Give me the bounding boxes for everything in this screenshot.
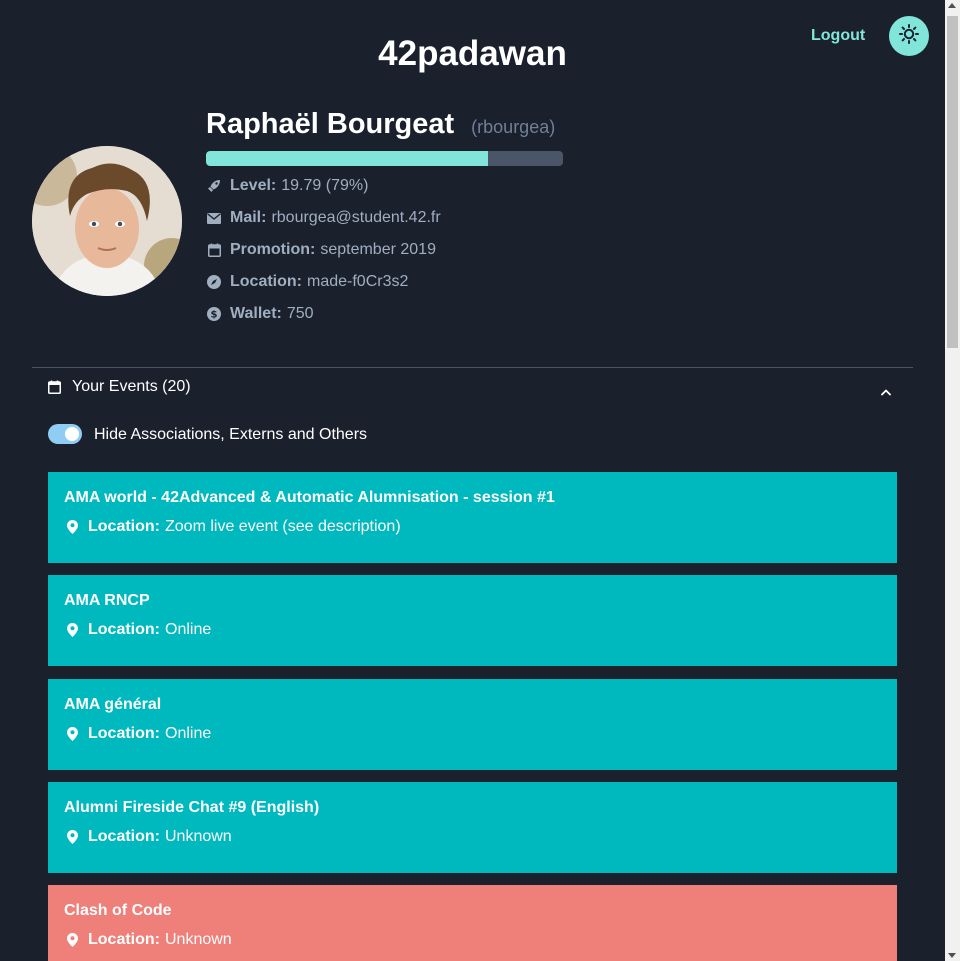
dollar-icon: $: [206, 306, 222, 322]
mail-icon: [206, 210, 222, 226]
compass-icon: [206, 274, 222, 290]
event-location-value: Unknown: [165, 931, 232, 948]
calendar-icon: [206, 242, 222, 258]
event-title: Clash of Code: [64, 902, 172, 919]
section-divider: [32, 367, 913, 368]
svg-text:$: $: [211, 310, 218, 321]
events-accordion-header[interactable]: Your Events (20): [48, 378, 191, 396]
event-location-value: Online: [165, 725, 212, 742]
event-location-row: Location: Unknown: [64, 828, 881, 846]
level-label: Level:: [230, 177, 277, 194]
event-location-row: Location: Zoom live event (see descriptio…: [64, 518, 881, 536]
events-heading: Your Events (20): [72, 378, 191, 395]
scroll-up-icon[interactable]: [948, 3, 956, 8]
location-row: Location: made-f0Cr3s2: [206, 273, 408, 291]
event-title: AMA RNCP: [64, 592, 150, 609]
theme-toggle-button[interactable]: [889, 16, 929, 56]
event-location-row: Location: Unknown: [64, 931, 881, 949]
event-card[interactable]: AMA général Location: Online: [48, 679, 897, 770]
toggle-knob: [65, 427, 79, 441]
promotion-value: september 2019: [320, 241, 436, 258]
hide-associations-toggle[interactable]: [48, 424, 82, 444]
event-card[interactable]: Clash of Code Location: Unknown: [48, 885, 897, 961]
event-location-label: Location:: [88, 725, 160, 742]
map-pin-icon: [64, 829, 80, 845]
wallet-label: Wallet:: [230, 305, 282, 322]
wallet-value: 750: [286, 305, 314, 322]
map-pin-icon: [64, 726, 80, 742]
login-handle: (rbourgea): [471, 117, 556, 137]
event-location-row: Location: Online: [64, 621, 881, 639]
map-pin-icon: [64, 519, 80, 535]
event-location-value: Unknown: [165, 828, 232, 845]
level-row: Level: 19.79 (79%): [206, 177, 368, 195]
rocket-icon: [206, 178, 222, 194]
event-location-label: Location:: [88, 518, 160, 535]
promotion-label: Promotion:: [230, 241, 316, 258]
mail-label: Mail:: [230, 209, 267, 226]
hide-associations-label: Hide Associations, Externs and Others: [94, 426, 368, 443]
calendar-icon: [48, 379, 64, 395]
location-label: Location:: [230, 273, 302, 290]
event-location-label: Location:: [88, 931, 160, 948]
promotion-row: Promotion: september 2019: [206, 241, 436, 259]
mail-row: Mail: rbourgea@student.42.fr: [206, 209, 441, 227]
event-card[interactable]: AMA world - 42Advanced & Automatic Alumn…: [48, 472, 897, 563]
event-location-value: Zoom live event (see description): [165, 518, 401, 535]
location-value: made-f0Cr3s2: [307, 273, 409, 290]
scroll-down-icon[interactable]: [948, 953, 956, 958]
event-title: AMA world - 42Advanced & Automatic Alumn…: [64, 489, 555, 506]
event-card[interactable]: AMA RNCP Location: Online: [48, 575, 897, 666]
map-pin-icon: [64, 932, 80, 948]
profile-name-row: Raphaël Bourgeat (rbourgea): [206, 108, 555, 141]
event-location-row: Location: Online: [64, 725, 881, 743]
event-location-label: Location:: [88, 621, 160, 638]
vertical-scrollbar[interactable]: [945, 0, 960, 961]
chevron-up-icon[interactable]: [878, 384, 894, 400]
map-pin-icon: [64, 622, 80, 638]
scrollbar-thumb[interactable]: [947, 16, 958, 348]
full-name: Raphaël Bourgeat: [206, 108, 455, 140]
level-value: 19.79 (79%): [281, 177, 369, 194]
mail-value: rbourgea@student.42.fr: [271, 209, 441, 226]
logout-button[interactable]: Logout: [811, 27, 865, 45]
event-title: AMA général: [64, 696, 162, 713]
level-progress-fill: [206, 151, 489, 166]
wallet-row: $ Wallet: 750: [206, 305, 314, 323]
event-title: Alumni Fireside Chat #9 (English): [64, 799, 320, 816]
page: 42padawan Logout Raphaël Bourgeat (rbour…: [0, 0, 945, 961]
site-title: 42padawan: [378, 34, 567, 73]
event-location-value: Online: [165, 621, 212, 638]
sun-icon: [899, 23, 919, 49]
level-progress-bar: [206, 151, 563, 166]
event-card[interactable]: Alumni Fireside Chat #9 (English) Locatio…: [48, 782, 897, 873]
event-location-label: Location:: [88, 828, 160, 845]
avatar: [32, 146, 182, 296]
